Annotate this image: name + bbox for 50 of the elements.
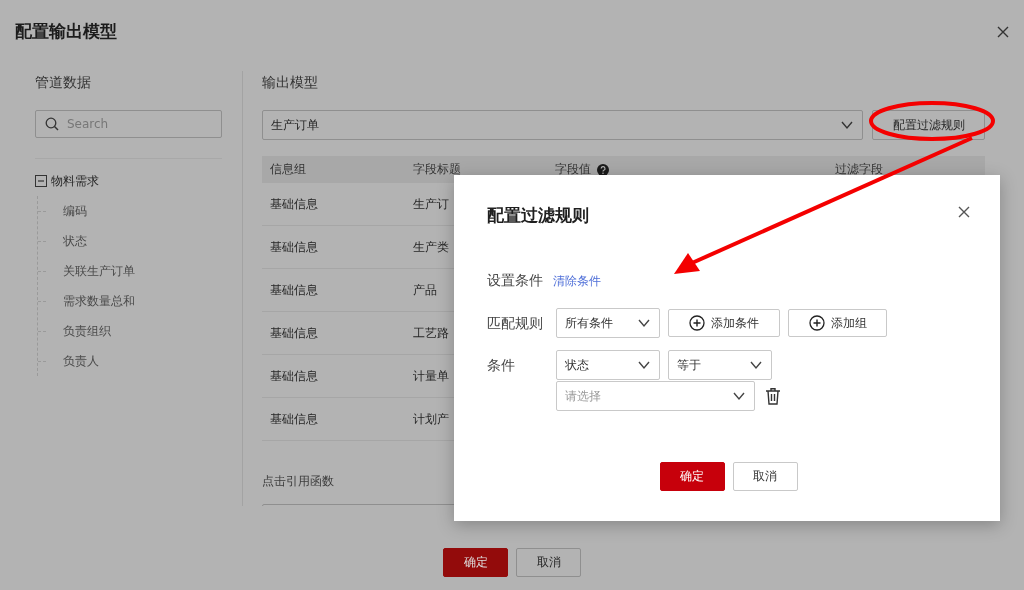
column-header: 信息组 <box>270 161 306 178</box>
table-cell: 计划产 <box>413 411 449 426</box>
column-header: 字段值 <box>555 161 591 178</box>
table-cell: 基础信息 <box>270 282 318 297</box>
tree-item[interactable]: 关联生产订单 <box>63 262 135 280</box>
match-rule-select[interactable]: 所有条件 <box>556 308 660 338</box>
table-cell: 产品 <box>413 282 437 297</box>
field-label: 条件 <box>487 356 516 375</box>
column-header: 过滤字段 <box>835 161 883 178</box>
close-icon[interactable] <box>997 25 1009 38</box>
trash-icon[interactable] <box>765 387 781 405</box>
model-select[interactable]: 生产订单 <box>262 110 863 140</box>
section-title: 管道数据 <box>35 73 92 91</box>
cancel-button[interactable]: 取消 <box>732 462 798 491</box>
field-select[interactable]: 状态 <box>556 350 660 380</box>
column-header: 字段标题 <box>413 161 461 178</box>
tree-item[interactable]: 负责人 <box>63 352 99 370</box>
confirm-button[interactable]: 确定 <box>443 548 508 577</box>
table-cell: 生产订 <box>413 196 449 211</box>
add-condition-button[interactable]: 添加条件 <box>668 309 780 337</box>
plus-circle-icon <box>689 315 705 331</box>
collapse-icon[interactable] <box>35 175 47 187</box>
search-icon <box>45 117 59 131</box>
table-cell: 基础信息 <box>270 196 318 211</box>
tree-item[interactable]: 物料需求 <box>51 172 99 190</box>
table-cell: 基础信息 <box>270 368 318 383</box>
clear-conditions-link[interactable]: 清除条件 <box>553 272 601 290</box>
table-cell: 基础信息 <box>270 239 318 254</box>
tree-item[interactable]: 需求数量总和 <box>63 292 135 310</box>
add-group-button[interactable]: 添加组 <box>788 309 887 337</box>
tree-item[interactable]: 状态 <box>63 232 87 250</box>
table-cell: 基础信息 <box>270 411 318 426</box>
dialog-title: 配置输出模型 <box>15 20 117 43</box>
section-title: 输出模型 <box>262 73 319 91</box>
table-cell: 基础信息 <box>270 325 318 340</box>
table-cell: 计量单 <box>413 368 449 383</box>
help-icon <box>597 163 609 176</box>
field-label: 点击引用函数 <box>262 473 334 490</box>
tree-item[interactable]: 编码 <box>63 202 87 220</box>
confirm-button[interactable]: 确定 <box>659 462 725 491</box>
table-cell: 生产类 <box>413 239 449 254</box>
operator-select[interactable]: 等于 <box>668 350 772 380</box>
tree-item[interactable]: 负责组织 <box>63 322 111 340</box>
field-label: 设置条件 <box>487 272 543 290</box>
field-label: 匹配规则 <box>487 314 544 333</box>
plus-circle-icon <box>808 315 825 331</box>
cancel-button[interactable]: 取消 <box>516 548 581 577</box>
modal-title: 配置过滤规则 <box>487 204 589 226</box>
table-cell: 工艺路 <box>413 325 449 340</box>
close-icon[interactable] <box>958 206 970 218</box>
